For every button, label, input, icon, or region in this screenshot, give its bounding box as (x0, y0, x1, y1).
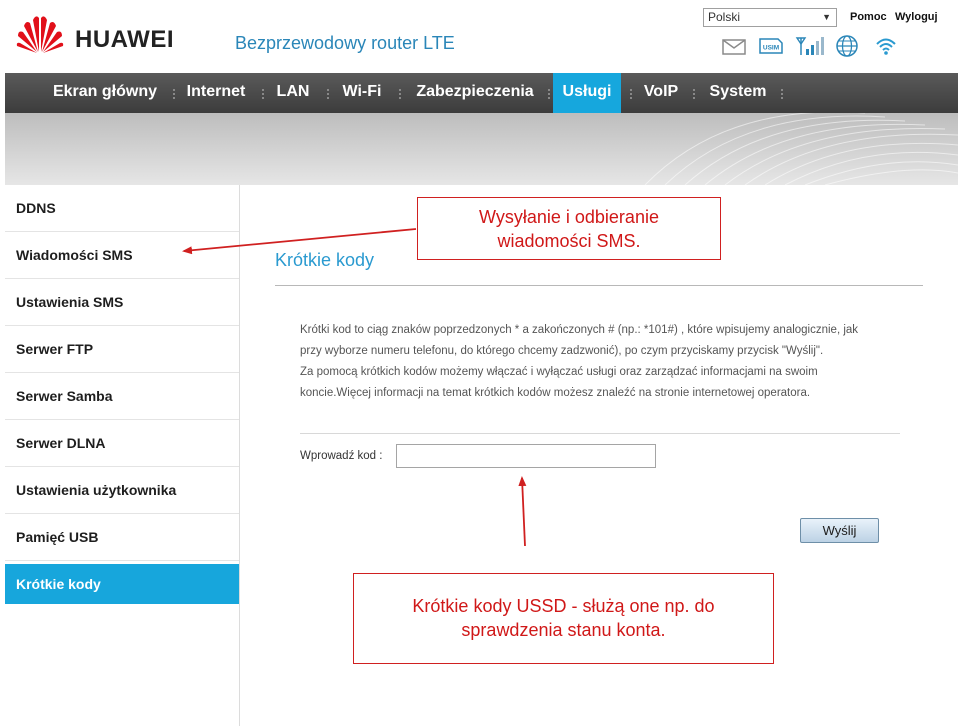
sidebar-item-samba-server[interactable]: Serwer Samba (5, 373, 239, 420)
sidebar-item-sms-messages[interactable]: Wiadomości SMS (5, 232, 239, 279)
description-line: koncie.Więcej informacji na temat krótki… (300, 387, 811, 399)
nav-home[interactable]: Ekran główny (40, 73, 170, 113)
router-web-ui: HUAWEI Bezprzewodowy router LTE Polski ▼… (5, 0, 958, 726)
nav-separator (693, 89, 695, 99)
annotation-line: sprawdzenia stanu konta. (461, 620, 666, 640)
form-divider (300, 433, 900, 434)
title-divider (275, 285, 923, 286)
brand-name: HUAWEI (75, 26, 174, 53)
nav-system[interactable]: System (703, 73, 773, 113)
description-line: Krótki kod to ciąg znaków poprzedzonych … (300, 324, 859, 336)
nav-separator (262, 89, 264, 99)
nav-security[interactable]: Zabezpieczenia (405, 73, 545, 113)
code-field-label: Wprowadź kod : (300, 450, 383, 462)
main-navigation: Ekran główny Internet LAN Wi-Fi Zabezpie… (5, 73, 958, 113)
annotation-line: Krótkie kody USSD - służą one np. do (412, 596, 715, 616)
signal-strength-icon (795, 37, 824, 55)
logout-link[interactable]: Wyloguj (895, 11, 938, 23)
description-line: Za pomocą krótkich kodów możemy włączać … (300, 366, 818, 378)
code-input[interactable] (396, 444, 656, 468)
description-line: przy wyborze numeru telefonu, do którego… (300, 345, 824, 357)
ussd-annotation-callout: Krótkie kody USSD - służą one np. do spr… (353, 573, 774, 664)
sidebar-item-ftp-server[interactable]: Serwer FTP (5, 326, 239, 373)
sms-annotation-callout: Wysyłanie i odbieranie wiadomości SMS. (417, 197, 721, 260)
page-title: Krótkie kody (275, 250, 375, 270)
sidebar-item-short-codes[interactable]: Krótkie kody (5, 564, 239, 604)
nav-separator (399, 89, 401, 99)
usim-icon-label: USIM (763, 45, 779, 52)
sidebar-item-usb-storage[interactable]: Pamięć USB (5, 514, 239, 561)
header-banner (5, 113, 958, 185)
nav-separator (173, 89, 175, 99)
internet-globe-icon (836, 35, 858, 57)
nav-internet[interactable]: Internet (178, 73, 254, 113)
language-select-value: Polski (708, 10, 741, 24)
sidebar-item-ddns[interactable]: DDNS (5, 185, 239, 232)
annotation-line: Wysyłanie i odbieranie (479, 207, 659, 227)
nav-services[interactable]: Usługi (553, 73, 621, 113)
nav-wifi[interactable]: Wi-Fi (333, 73, 391, 113)
code-input-arrow (518, 476, 527, 547)
annotation-line: wiadomości SMS. (497, 231, 641, 251)
product-name: Bezprzewodowy router LTE (235, 33, 455, 53)
sidebar-item-user-settings[interactable]: Ustawienia użytkownika (5, 467, 239, 514)
nav-separator (781, 89, 783, 99)
help-link[interactable]: Pomoc (850, 11, 887, 23)
mail-icon[interactable] (722, 35, 746, 57)
sidebar: DDNS Wiadomości SMS Ustawienia SMS Serwe… (5, 185, 240, 726)
nav-separator (327, 89, 329, 99)
nav-lan[interactable]: LAN (268, 73, 318, 113)
chevron-down-icon: ▼ (822, 12, 831, 22)
language-select[interactable]: Polski ▼ (703, 8, 837, 27)
nav-separator (548, 89, 550, 99)
sidebar-item-sms-settings[interactable]: Ustawienia SMS (5, 279, 239, 326)
usim-icon: USIM (759, 38, 783, 54)
short-codes-description: Krótki kod to ciąg znaków poprzedzonych … (300, 320, 900, 404)
nav-separator (630, 89, 632, 99)
huawei-logo (16, 16, 64, 53)
wifi-icon[interactable] (875, 35, 897, 57)
send-button[interactable]: Wyślij (800, 518, 879, 543)
nav-voip[interactable]: VoIP (637, 73, 685, 113)
sidebar-item-dlna-server[interactable]: Serwer DLNA (5, 420, 239, 467)
